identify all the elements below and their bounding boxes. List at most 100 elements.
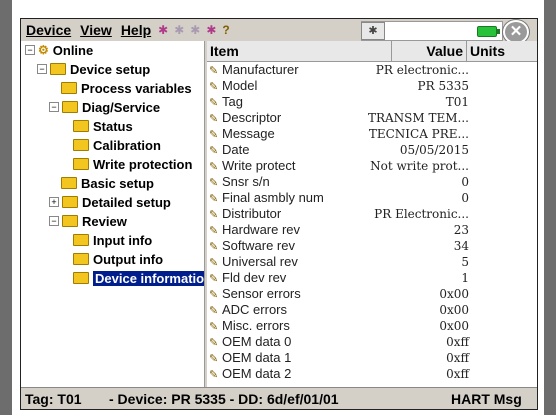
list-row[interactable]: ✎ Distributor PR Electronic... [207, 206, 537, 222]
menu-bar: Device View Help ✱ ✱ ✱ ✱ ? ✱ ✕ [21, 19, 537, 44]
parameter-icon: ✎ [209, 113, 219, 125]
hart-device-settings-icon[interactable]: ✱ [206, 23, 216, 37]
collapse-icon[interactable]: − [37, 64, 47, 74]
hart-connection-icon: ✱ [361, 22, 385, 40]
tree-item-write-protection[interactable]: Write protection [73, 155, 192, 173]
folder-icon [73, 253, 89, 265]
list-row[interactable]: ✎ Snsr s/n 0 [207, 174, 537, 190]
parameter-icon: ✎ [209, 289, 219, 301]
row-value: 0 [461, 175, 469, 189]
list-row[interactable]: ✎ OEM data 2 0xff [207, 366, 537, 382]
list-row[interactable]: ✎ Write protect Not write prot... [207, 158, 537, 174]
menu-help[interactable]: Help [121, 22, 151, 38]
status-tag: Tag: T01 [25, 391, 82, 407]
tree-item-label: Basic setup [81, 175, 154, 191]
tree-item-detailed-setup[interactable]: + Detailed setup [49, 193, 171, 211]
collapse-icon[interactable]: − [49, 216, 59, 226]
tree-item-basic-setup[interactable]: Basic setup [61, 174, 154, 192]
row-value: TECNICA PRE... [368, 127, 469, 141]
row-item-label: Snsr s/n [222, 174, 270, 189]
parameter-icon: ✎ [209, 241, 219, 253]
row-value: T01 [445, 95, 469, 109]
list-row[interactable]: ✎ Message TECNICA PRE... [207, 126, 537, 142]
tree-item-diag-service[interactable]: − Diag/Service [49, 98, 160, 116]
row-value: 23 [453, 223, 469, 237]
row-value: TRANSM TEM... [367, 111, 469, 125]
row-item-label: ADC errors [222, 302, 288, 317]
list-row[interactable]: ✎ Misc. errors 0x00 [207, 318, 537, 334]
tree-item-output-info[interactable]: Output info [73, 250, 163, 268]
column-header-item[interactable]: Item [207, 41, 392, 61]
list-row[interactable]: ✎ OEM data 0 0xff [207, 334, 537, 350]
parameter-list[interactable]: Item Value Units ✎ Manufacturer PR electro… [207, 41, 537, 387]
row-value: 5 [461, 255, 469, 269]
list-row[interactable]: ✎ ADC errors 0x00 [207, 302, 537, 318]
row-value: 34 [453, 239, 469, 253]
list-row[interactable]: ✎ Fld dev rev 1 [207, 270, 537, 286]
list-row[interactable]: ✎ Manufacturer PR electronic... [207, 62, 537, 78]
row-value: 05/05/2015 [399, 143, 469, 157]
folder-icon [73, 234, 89, 246]
status-bar: Tag: T01 - Device: PR 5335 - DD: 6d/ef/0… [21, 387, 537, 409]
row-item-label: Final asmbly num [222, 190, 324, 205]
parameter-icon: ✎ [209, 209, 219, 221]
tree-item-process-variables[interactable]: Process variables [61, 79, 192, 97]
hart-device-icon[interactable]: ✱ [158, 23, 168, 37]
list-row[interactable]: ✎ Tag T01 [207, 94, 537, 110]
list-row[interactable]: ✎ Descriptor TRANSM TEM... [207, 110, 537, 126]
folder-icon [73, 120, 89, 132]
folder-icon [62, 196, 78, 208]
tree-item-device-setup[interactable]: − Device setup [37, 60, 150, 78]
tree-item-online[interactable]: − ⚙ Online [25, 41, 93, 59]
list-row[interactable]: ✎ Date 05/05/2015 [207, 142, 537, 158]
tree-item-label-selected: Device information [93, 270, 204, 286]
row-value: 0x00 [439, 319, 469, 333]
list-row[interactable]: ✎ OEM data 1 0xff [207, 350, 537, 366]
row-item-label: Message [222, 126, 275, 141]
row-item-label: Sensor errors [222, 286, 301, 301]
list-row[interactable]: ✎ Universal rev 5 [207, 254, 537, 270]
folder-icon [73, 158, 89, 170]
tree-item-label: Calibration [93, 137, 161, 153]
tree-item-status[interactable]: Status [73, 117, 133, 135]
tree-item-device-information[interactable]: Device information [73, 269, 204, 287]
parameter-icon: ✎ [209, 177, 219, 189]
parameter-icon: ✎ [209, 161, 219, 173]
list-row[interactable]: ✎ Hardware rev 23 [207, 222, 537, 238]
folder-icon [73, 139, 89, 151]
parameter-icon: ✎ [209, 337, 219, 349]
row-value: PR electronic... [375, 63, 469, 77]
battery-icon [477, 26, 500, 37]
menu-device[interactable]: Device [26, 22, 71, 38]
row-value: 0xff [446, 351, 469, 365]
row-value: 0 [461, 191, 469, 205]
collapse-icon[interactable]: − [25, 45, 35, 55]
row-item-label: Fld dev rev [222, 270, 287, 285]
column-header-value[interactable]: Value [392, 41, 467, 61]
tree-item-label: Review [82, 213, 127, 229]
list-row[interactable]: ✎ Final asmbly num 0 [207, 190, 537, 206]
collapse-icon[interactable]: − [49, 102, 59, 112]
list-row[interactable]: ✎ Software rev 34 [207, 238, 537, 254]
column-header-units[interactable]: Units [467, 41, 537, 61]
row-item-label: Model [222, 78, 258, 93]
tree-item-input-info[interactable]: Input info [73, 231, 152, 249]
parameter-icon: ✎ [209, 353, 219, 365]
help-icon[interactable]: ? [222, 23, 229, 37]
row-value: 1 [461, 271, 469, 285]
online-icon: ⚙ [38, 43, 49, 57]
list-header: Item Value Units [207, 41, 537, 62]
tree-item-label: Online [52, 42, 94, 58]
device-tree[interactable]: − ⚙ Online − Device setup Process variab… [21, 41, 205, 387]
tree-item-label: Write protection [93, 156, 193, 172]
tree-item-calibration[interactable]: Calibration [73, 136, 161, 154]
expand-icon[interactable]: + [49, 197, 59, 207]
tree-item-review[interactable]: − Review [49, 212, 127, 230]
row-value: 0x00 [439, 303, 469, 317]
row-value: PR 5335 [417, 79, 469, 93]
list-row[interactable]: ✎ Sensor errors 0x00 [207, 286, 537, 302]
list-row[interactable]: ✎ Model PR 5335 [207, 78, 537, 94]
folder-icon [62, 215, 78, 227]
folder-icon [61, 82, 77, 94]
menu-view[interactable]: View [80, 22, 112, 38]
